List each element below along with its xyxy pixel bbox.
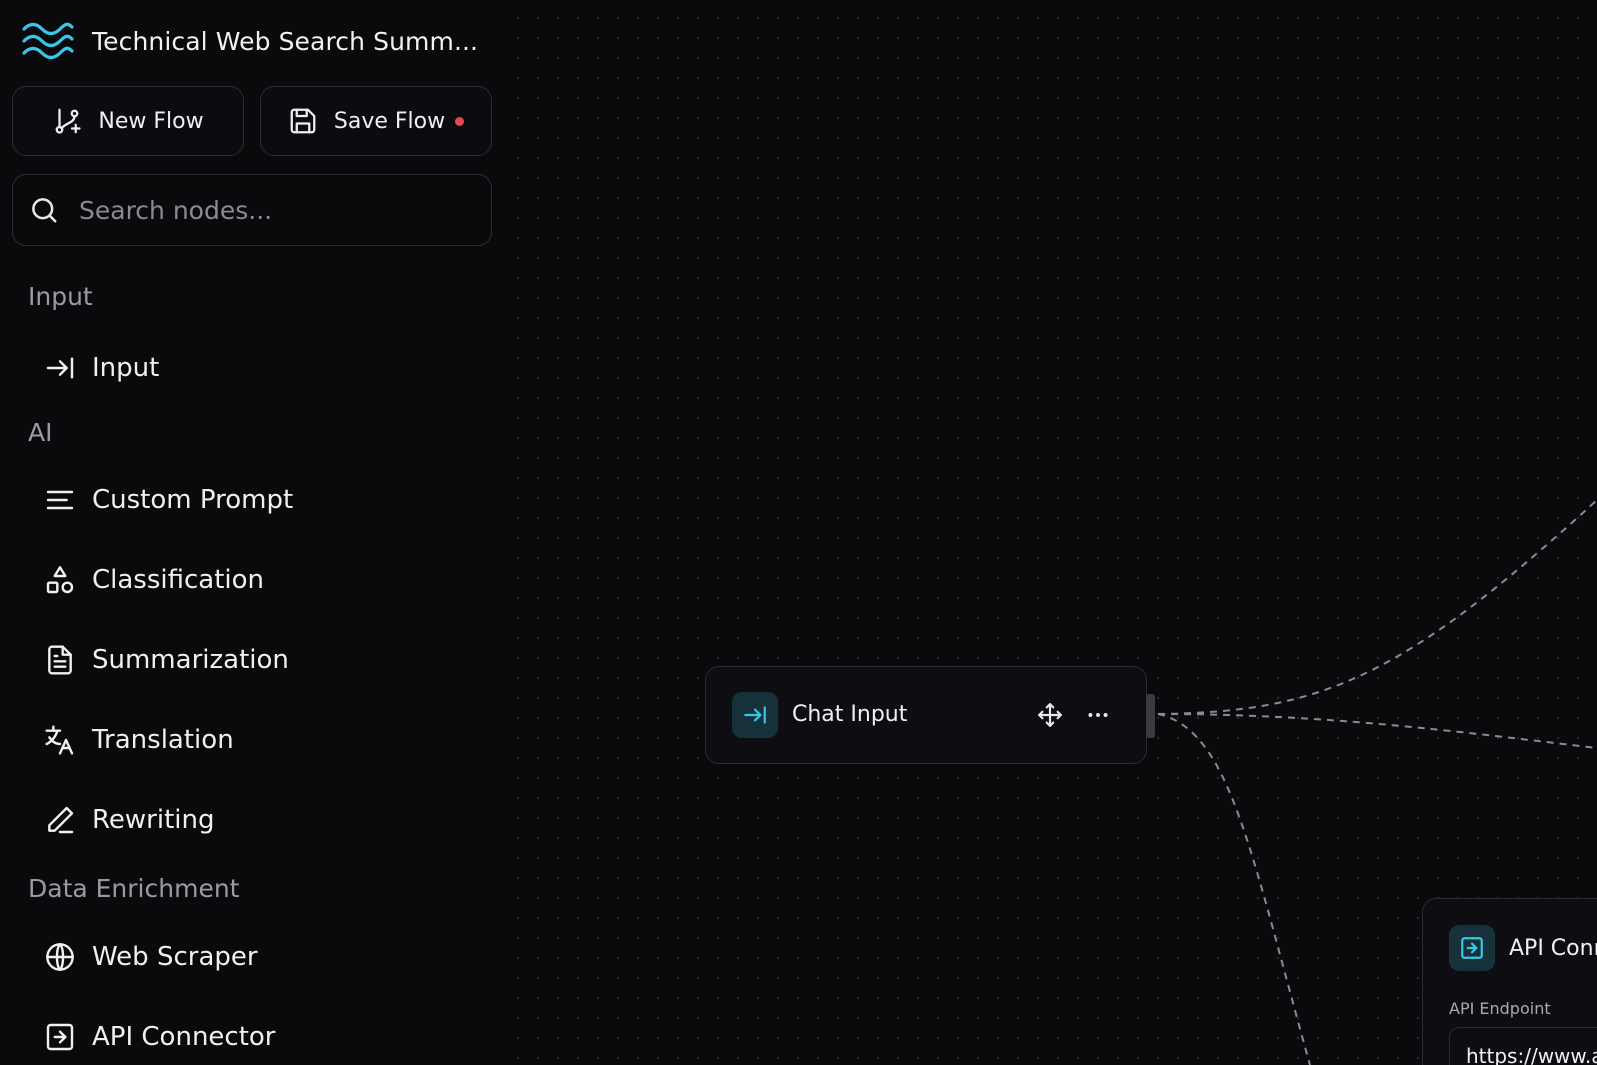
new-flow-label: New Flow <box>98 108 204 134</box>
api-endpoint-label: API Endpoint <box>1449 999 1551 1018</box>
move-icon[interactable] <box>1035 700 1065 730</box>
node-title: API Connector <box>1509 936 1597 961</box>
node-title: Chat Input <box>792 702 908 727</box>
title-row: Technical Web Search Summ... <box>22 18 478 64</box>
chat-input-node[interactable]: Chat Input <box>705 666 1147 764</box>
waves-logo-icon <box>22 22 74 60</box>
section-label-input: Input <box>28 282 93 311</box>
sidebar-item-classification[interactable]: Classification <box>44 558 264 602</box>
sidebar-item-api-connector[interactable]: API Connector <box>44 1015 276 1059</box>
git-branch-plus-icon <box>56 108 82 134</box>
save-icon <box>290 108 316 134</box>
search-box[interactable] <box>12 174 492 246</box>
output-handle[interactable] <box>1146 694 1155 738</box>
sidebar-item-custom-prompt[interactable]: Custom Prompt <box>44 478 293 522</box>
sidebar-item-web-scraper[interactable]: Web Scraper <box>44 935 258 979</box>
sidebar-item-label: API Connector <box>92 1022 276 1052</box>
more-options-icon[interactable] <box>1083 700 1113 730</box>
sidebar-item-input[interactable]: Input <box>44 346 159 390</box>
app-window: Chat Input API Connector API Endpoint ht… <box>0 0 1597 1065</box>
sidebar-item-translation[interactable]: Translation <box>44 718 234 762</box>
sidebar-item-label: Classification <box>92 565 265 595</box>
document-icon <box>48 645 72 675</box>
sidebar-item-label: Translation <box>92 725 234 755</box>
section-label-data-enrichment: Data Enrichment <box>28 874 240 903</box>
box-arrow-right-icon <box>46 1023 74 1051</box>
sidebar-item-rewriting[interactable]: Rewriting <box>44 798 214 842</box>
translate-icon <box>45 725 74 755</box>
pencil-icon <box>48 806 74 834</box>
sidebar-item-summarization[interactable]: Summarization <box>44 638 289 682</box>
sidebar-item-label: Web Scraper <box>92 942 258 972</box>
sidebar-item-label: Custom Prompt <box>92 485 294 515</box>
save-flow-label: Save Flow <box>333 108 446 134</box>
search-input[interactable] <box>77 194 461 226</box>
arrow-right-to-line-icon <box>732 692 778 738</box>
globe-icon <box>46 943 74 971</box>
sidebar-item-label: Rewriting <box>92 805 215 835</box>
search-icon <box>32 198 57 223</box>
sidebar: Technical Web Search Summ... New Flow Sa… <box>0 0 500 1065</box>
new-flow-button[interactable]: New Flow <box>12 86 244 156</box>
sidebar-item-label: Input <box>92 353 160 383</box>
api-endpoint-input[interactable]: https://www.al <box>1449 1027 1597 1065</box>
section-label-ai: AI <box>28 418 53 447</box>
unsaved-indicator <box>455 116 465 126</box>
save-flow-button[interactable]: Save Flow <box>260 86 492 156</box>
sidebar-item-label: Summarization <box>92 645 289 675</box>
shapes-icon <box>46 566 74 594</box>
text-lines-icon <box>46 490 74 510</box>
arrow-right-to-line-icon <box>46 357 74 379</box>
box-arrow-right-icon <box>1449 925 1495 971</box>
api-connector-node[interactable]: API Connector API Endpoint https://www.a… <box>1422 898 1597 1065</box>
app-title: Technical Web Search Summ... <box>92 26 479 56</box>
